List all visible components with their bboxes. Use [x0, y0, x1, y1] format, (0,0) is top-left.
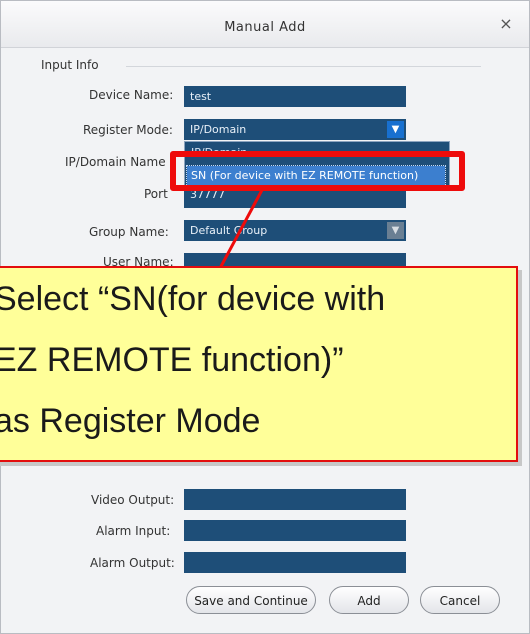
highlight-box	[170, 151, 465, 191]
callout-line-2: EZ REMOTE function)”	[0, 341, 344, 379]
instruction-callout: Select “SN(for device with EZ REMOTE fun…	[0, 266, 518, 462]
callout-line-3: as Register Mode	[0, 402, 261, 440]
callout-line-1: Select “SN(for device with	[0, 280, 386, 318]
